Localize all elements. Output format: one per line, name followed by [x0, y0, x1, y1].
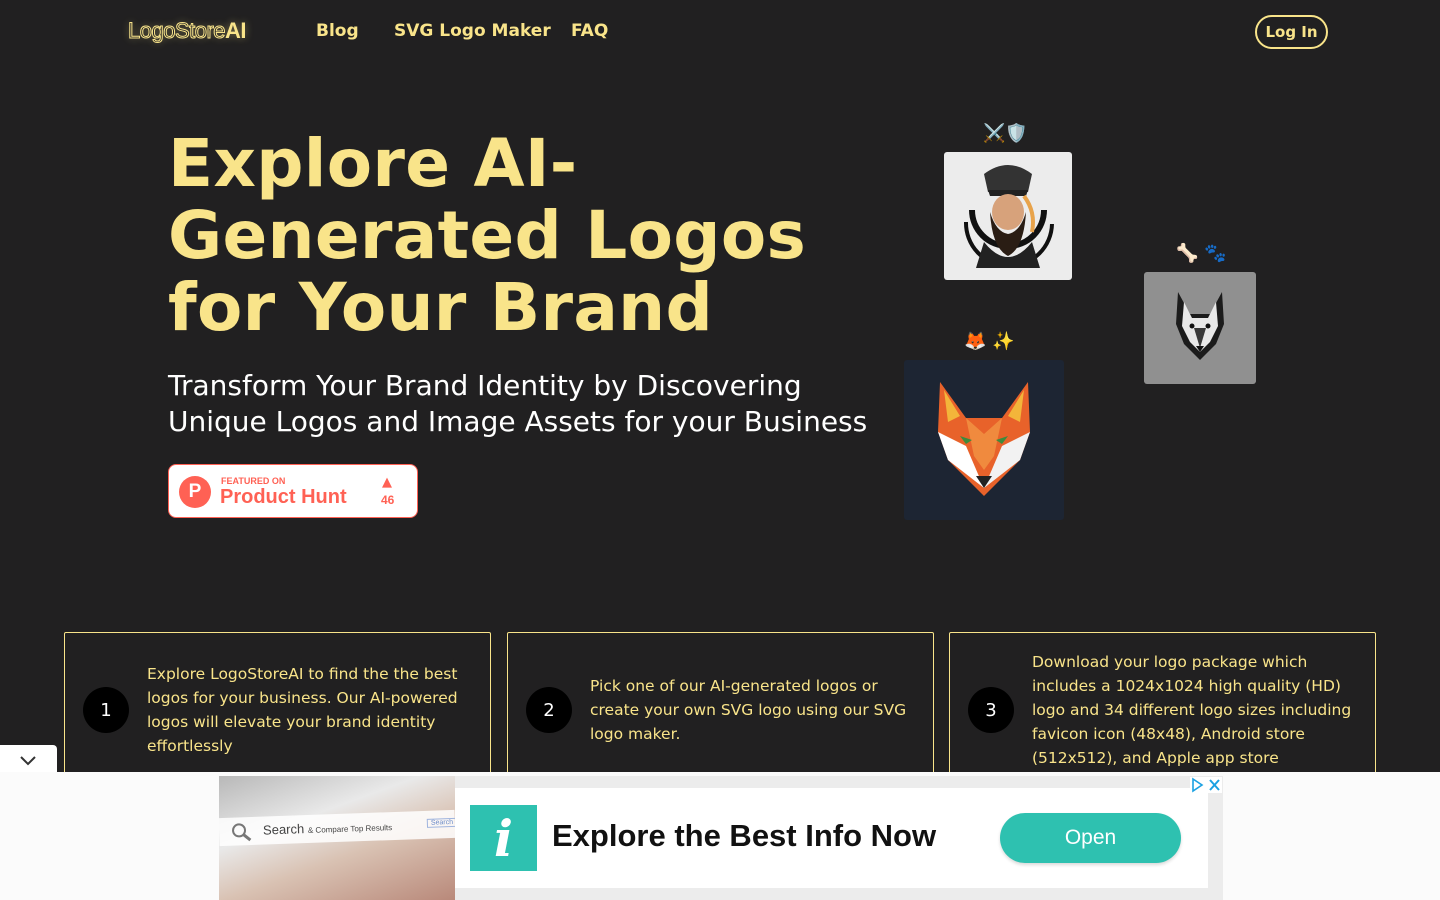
step-card-3: 3 Download your logo package which inclu…: [949, 632, 1376, 791]
info-icon: i: [470, 805, 537, 871]
product-hunt-icon: P: [179, 476, 211, 508]
nav-link-svg-logo-maker[interactable]: SVG Logo Maker: [394, 21, 551, 41]
search-icon: [232, 823, 252, 842]
viking-logo-tile[interactable]: [944, 152, 1072, 280]
site-logo[interactable]: LogoStoreAI: [127, 18, 247, 44]
step-number-badge: 2: [526, 687, 572, 733]
ad-search-button: Search: [426, 817, 455, 828]
step-card-1: 1 Explore LogoStoreAI to find the the be…: [64, 632, 491, 777]
wolf-emoji-tag: 🦴 🐾: [1176, 243, 1227, 264]
upvote-arrow-icon: ▲: [382, 475, 392, 490]
top-navigation: LogoStoreAI Blog SVG Logo Maker FAQ Log …: [0, 0, 1440, 64]
nav-link-faq[interactable]: FAQ: [571, 21, 608, 41]
step-description: Explore LogoStoreAI to find the the best…: [147, 665, 458, 755]
ad-headline[interactable]: Explore the Best Info Now: [552, 818, 936, 854]
ad-collapse-toggle[interactable]: [0, 745, 57, 775]
nav-link-blog[interactable]: Blog: [316, 21, 359, 41]
badge-featured-label: FEATURED ON: [221, 476, 286, 486]
product-hunt-badge[interactable]: P FEATURED ON Product Hunt ▲ 46: [168, 464, 418, 518]
wolf-logo-icon: [1176, 292, 1224, 360]
viking-emoji-tag: ⚔️🛡️: [983, 123, 1028, 144]
fox-emoji-tag: 🦊 ✨: [964, 331, 1015, 352]
ad-search-subtext: & Compare Top Results: [307, 823, 393, 836]
ad-controls-icons: [1192, 777, 1220, 793]
step-description: Pick one of our AI-generated logos or cr…: [590, 677, 907, 743]
ad-image-searchbar: Search & Compare Top Results Search: [219, 809, 455, 847]
badge-product-hunt-label: Product Hunt: [220, 486, 347, 508]
step-number-badge: 1: [83, 687, 129, 733]
logo-accent: AI: [225, 18, 247, 43]
viking-logo-icon: [963, 165, 1054, 268]
ad-image[interactable]: Search & Compare Top Results Search: [219, 776, 455, 900]
step-card-2: 2 Pick one of our AI-generated logos or …: [507, 632, 934, 777]
fox-logo-icon: [938, 382, 1030, 496]
hero-subtitle: Transform Your Brand Identity by Discove…: [168, 369, 868, 438]
ad-choices[interactable]: [1190, 777, 1222, 793]
hero-title: Explore AI-Generated Logos for Your Bran…: [168, 125, 807, 346]
ad-open-button[interactable]: Open: [1000, 813, 1181, 863]
fox-logo-tile[interactable]: [904, 360, 1064, 520]
ad-search-text: Search: [262, 821, 305, 838]
step-number-badge: 3: [968, 687, 1014, 733]
wolf-logo-tile[interactable]: [1144, 272, 1256, 384]
upvote-count: 46: [381, 493, 395, 507]
login-button[interactable]: Log In: [1255, 15, 1328, 49]
chevron-down-icon: [20, 756, 36, 766]
logo-text: LogoStore: [127, 18, 226, 44]
